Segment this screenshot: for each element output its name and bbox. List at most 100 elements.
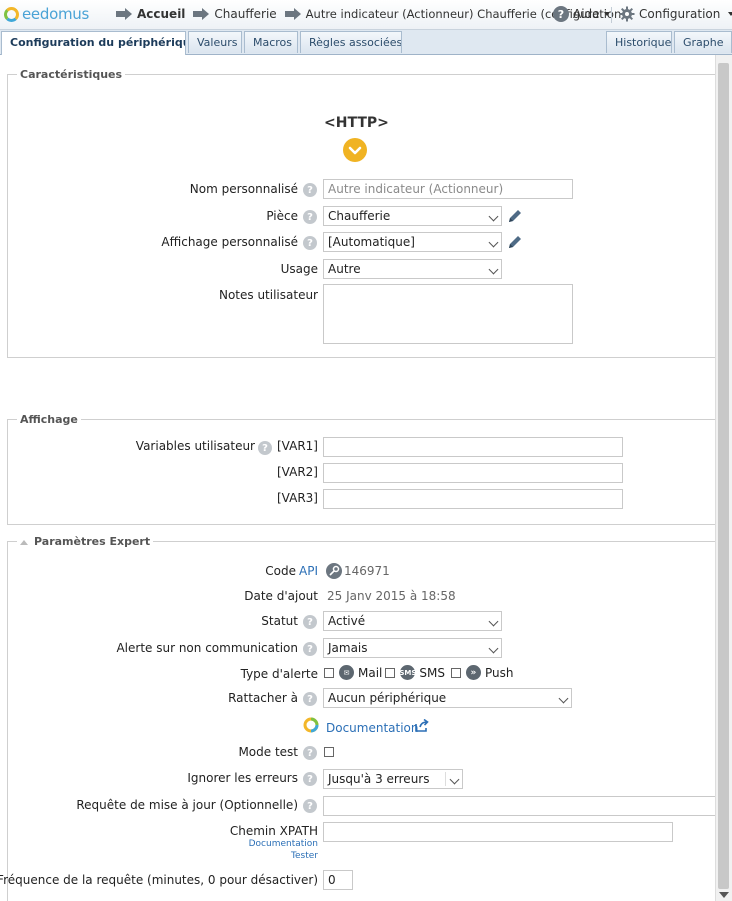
push-icon: » — [465, 665, 481, 680]
gear-icon — [619, 6, 635, 22]
status-select[interactable]: Activé — [323, 611, 502, 631]
frequency-label: Fréquence de la requête (minutes, 0 pour… — [0, 873, 318, 887]
display-select[interactable]: [Automatique] — [323, 232, 502, 252]
scrollbar-thumb[interactable] — [718, 63, 729, 889]
eedomus-logo[interactable]: eedomus — [4, 4, 89, 24]
room-label: Pièce — [266, 209, 298, 223]
status-label: Statut — [261, 614, 298, 628]
var2-label: [VAR2] — [277, 465, 318, 479]
sms-icon: SMS — [399, 665, 416, 680]
expert-legend[interactable]: Paramètres Expert — [17, 535, 153, 548]
expert-legend-text: Paramètres Expert — [34, 535, 151, 548]
edit-pencil-icon[interactable] — [507, 208, 523, 224]
display-legend: Affichage — [20, 413, 78, 426]
alert-type-label: Type d'alerte — [240, 667, 318, 681]
external-link-icon[interactable] — [414, 719, 430, 733]
code-label: Code — [265, 564, 296, 578]
mail-icon: ✉ — [339, 665, 354, 680]
room-select[interactable]: Chaufferie — [323, 206, 502, 226]
var1-input[interactable] — [323, 437, 623, 457]
alert-type-options: ✉ Mail SMS SMS » Push — [324, 665, 513, 680]
xpath-input[interactable] — [323, 822, 673, 842]
help-icon[interactable]: ? — [303, 799, 317, 813]
help-icon: ? — [553, 6, 569, 22]
expand-protocol-button[interactable] — [343, 138, 367, 162]
help-icon[interactable]: ? — [303, 772, 317, 786]
tab-graph[interactable]: Graphe — [674, 31, 732, 53]
attach-select[interactable]: Aucun périphérique — [323, 688, 572, 708]
test-mode-label: Mode test — [238, 745, 298, 759]
usage-select-value: Autre — [328, 262, 361, 276]
help-menu[interactable]: ? Aide — [553, 6, 610, 22]
var1-label: [VAR1] — [277, 439, 318, 453]
vertical-scrollbar[interactable] — [715, 55, 732, 901]
help-icon[interactable]: ? — [303, 746, 317, 760]
display-select-value: [Automatique] — [328, 235, 415, 249]
var3-input[interactable] — [323, 489, 623, 509]
code-value: 146971 — [344, 564, 390, 578]
var3-label: [VAR3] — [277, 491, 318, 505]
help-icon[interactable]: ? — [303, 236, 317, 250]
tab-history[interactable]: Historique — [606, 31, 672, 53]
sms-label: SMS — [419, 665, 445, 680]
scroll-down-arrow-icon[interactable] — [719, 892, 729, 898]
push-checkbox[interactable] — [450, 667, 461, 678]
caret-down-icon — [603, 12, 610, 16]
arrow-right-icon — [284, 8, 301, 20]
sms-checkbox[interactable] — [385, 667, 396, 678]
notes-textarea[interactable] — [323, 284, 573, 344]
xpath-label: Chemin XPATH — [229, 824, 318, 838]
collapse-triangle-icon — [20, 539, 28, 545]
top-navigation-bar: eedomus Accueil Chaufferie Autre indicat… — [0, 0, 732, 30]
tab-configuration[interactable]: Configuration du périphérique — [1, 31, 186, 55]
help-icon[interactable]: ? — [303, 615, 317, 629]
help-icon[interactable]: ? — [303, 183, 317, 197]
mail-checkbox[interactable] — [324, 667, 334, 678]
breadcrumb-room[interactable]: Chaufferie — [214, 7, 276, 21]
help-menu-label: Aide — [573, 7, 600, 21]
chevron-down-icon — [558, 693, 569, 704]
display-label: Affichage personnalisé — [161, 235, 298, 249]
test-mode-checkbox[interactable] — [324, 747, 334, 757]
update-request-label: Requête de mise à jour (Optionnelle) — [76, 798, 298, 812]
characteristics-legend: Caractéristiques — [20, 68, 123, 81]
help-icon[interactable]: ? — [303, 210, 317, 224]
room-select-value: Chaufferie — [328, 209, 391, 223]
ignore-errors-select[interactable]: Jusqu'à 3 erreurs — [323, 769, 463, 789]
api-link[interactable]: API — [299, 564, 318, 578]
notes-label: Notes utilisateur — [218, 288, 318, 302]
config-form: Caractéristiques <HTTP> Nom personnalisé… — [0, 55, 716, 901]
tab-macros[interactable]: Macros — [244, 31, 298, 53]
documentation-link[interactable]: Documentation — [326, 721, 419, 735]
chevron-down-icon — [488, 237, 499, 248]
breadcrumb-home[interactable]: Accueil — [137, 7, 185, 21]
help-icon[interactable]: ? — [303, 642, 317, 656]
documentation-logo-icon — [303, 717, 319, 733]
var2-input[interactable] — [323, 463, 623, 483]
attach-label: Rattacher à — [228, 691, 298, 705]
chevron-down-icon — [488, 643, 499, 654]
name-input[interactable]: Autre indicateur (Actionneur) — [323, 179, 573, 199]
frequency-input[interactable]: 0 — [323, 870, 353, 890]
xpath-documentation-link[interactable]: Documentation — [249, 839, 318, 849]
nav-divider — [611, 7, 612, 23]
chevron-down-icon — [488, 211, 499, 222]
app-window: eedomus Accueil Chaufferie Autre indicat… — [0, 0, 732, 901]
arrow-right-icon — [193, 8, 210, 20]
xpath-test-link[interactable]: Tester — [291, 851, 318, 861]
protocol-title: <HTTP> — [324, 115, 389, 131]
edit-pencil-icon[interactable] — [507, 234, 523, 250]
tab-values[interactable]: Valeurs — [188, 31, 242, 53]
usage-select[interactable]: Autre — [323, 259, 502, 279]
chevron-down-icon — [488, 616, 499, 627]
configuration-menu[interactable]: Configuration — [619, 6, 732, 22]
ignore-errors-label: Ignorer les erreurs — [187, 771, 298, 785]
help-icon[interactable]: ? — [258, 441, 272, 455]
help-icon[interactable]: ? — [303, 692, 317, 706]
alert-select[interactable]: Jamais — [323, 638, 502, 658]
alert-select-value: Jamais — [328, 641, 368, 655]
tab-rules[interactable]: Règles associées — [300, 31, 402, 53]
update-request-input[interactable] — [323, 796, 716, 816]
push-label: Push — [484, 665, 514, 680]
chevron-down-icon — [449, 774, 460, 785]
